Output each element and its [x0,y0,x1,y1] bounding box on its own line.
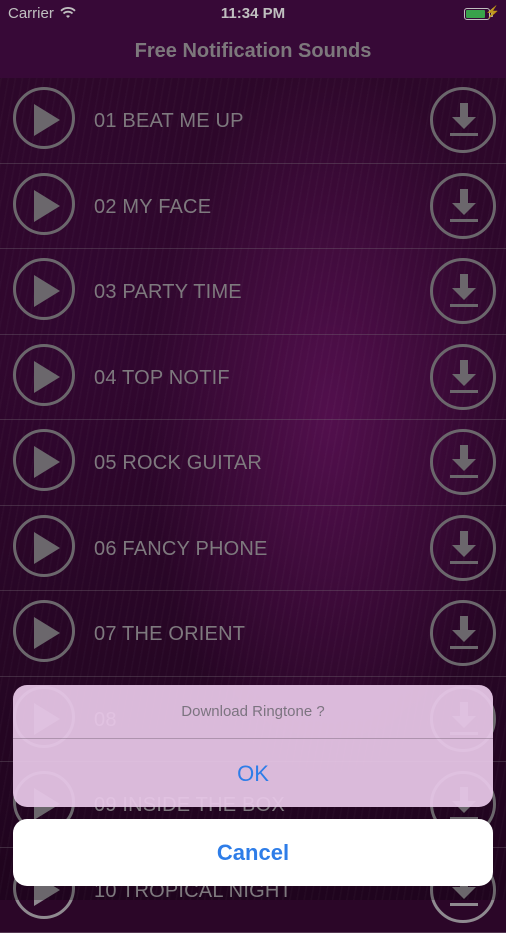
cancel-button[interactable]: Cancel [13,819,493,886]
action-sheet: Download Ringtone ? OK [13,685,493,807]
ok-button[interactable]: OK [13,739,493,807]
action-sheet-title: Download Ringtone ? [13,685,493,739]
